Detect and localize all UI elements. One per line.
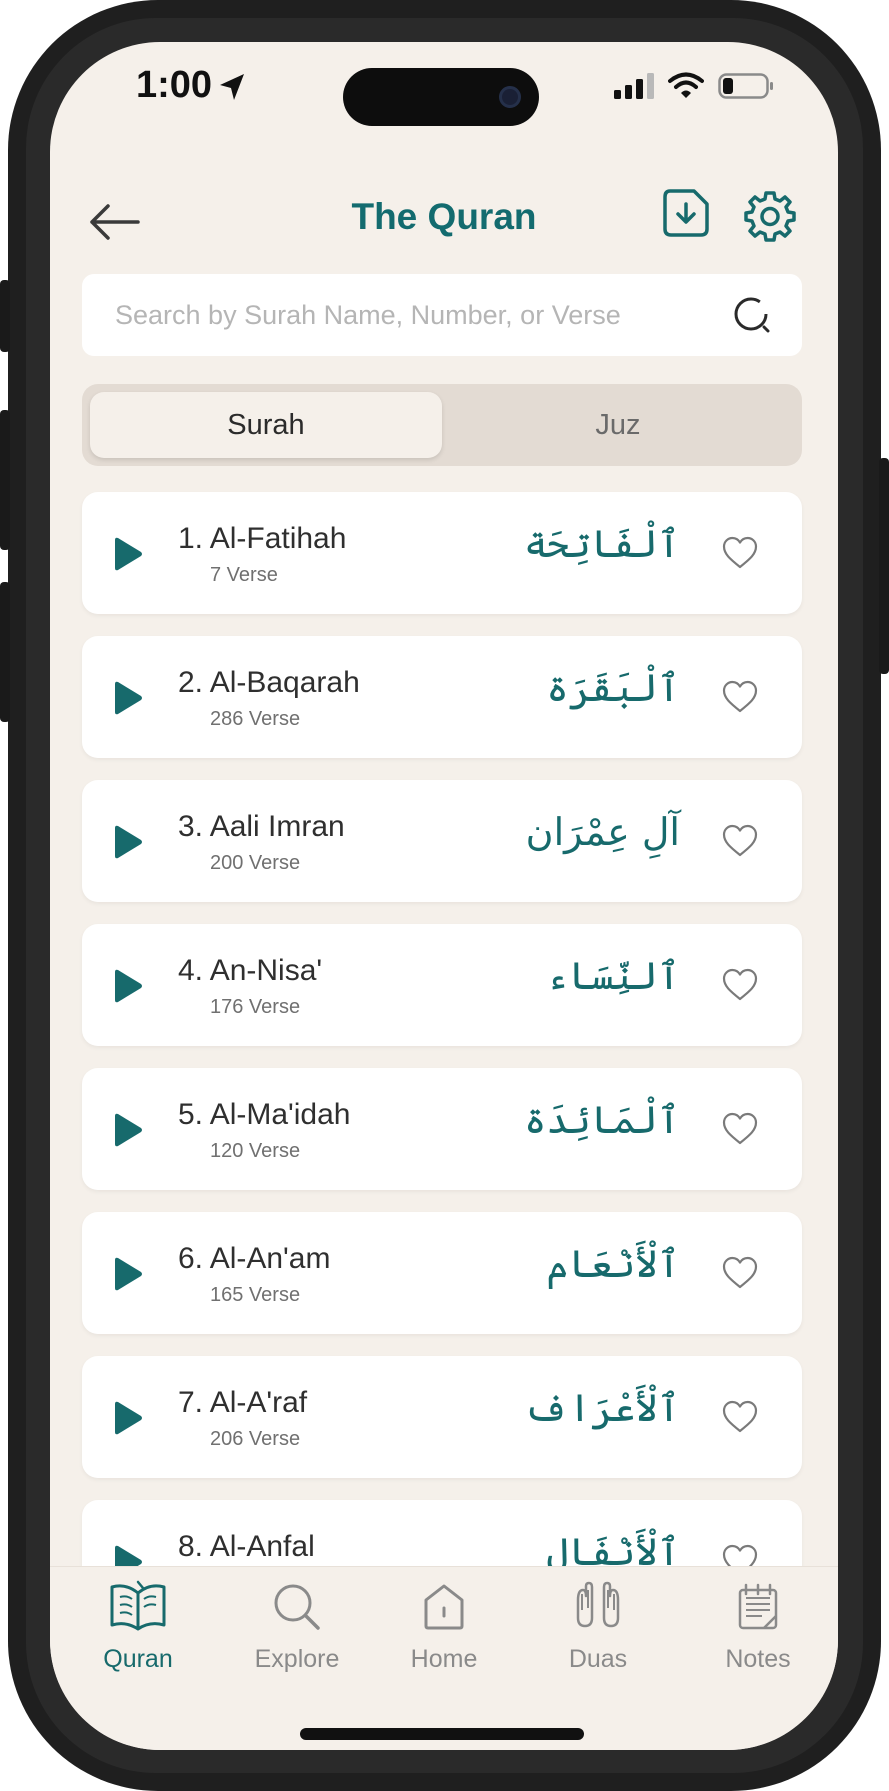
surah-arabic-name: ٱلْأَنْعَام: [546, 1242, 680, 1286]
surah-verse-count: 200 Verse: [210, 852, 301, 874]
surah-verse-count: 176 Verse: [210, 996, 301, 1018]
notepad-icon: [738, 1583, 778, 1630]
bottom-tab-bar: Quran Explore Home Duas Notes: [50, 1566, 838, 1750]
tab-label: Explore: [254, 1645, 340, 1673]
surah-verse-count: 206 Verse: [210, 1428, 301, 1450]
front-camera: [499, 86, 521, 108]
segmented-control: Surah Juz: [82, 384, 802, 466]
battery-icon: [718, 73, 773, 99]
surah-arabic-name: ٱلْأَعْرَاف: [524, 1386, 680, 1430]
tab-duas[interactable]: Duas: [528, 1579, 668, 1699]
surah-row[interactable]: 5. Al-Ma'idah 120 Verse ٱلْمَائِدَة: [82, 1068, 802, 1190]
surah-name: 8. Al-Anfal: [178, 1530, 315, 1563]
surah-name: 3. Aali Imran: [178, 810, 345, 843]
search-icon: [274, 1584, 320, 1630]
surah-arabic-name: ٱلْفَاتِحَة: [524, 522, 680, 566]
surah-arabic-name: ٱلْمَائِدَة: [524, 1098, 680, 1142]
tab-label: Home: [410, 1645, 478, 1673]
status-icons: [614, 72, 774, 100]
segment-surah[interactable]: Surah: [90, 392, 442, 458]
side-button-power: [879, 458, 889, 674]
play-icon[interactable]: [112, 680, 144, 716]
surah-arabic-name: ٱلنِّسَاء: [546, 954, 680, 998]
side-button-silent: [0, 280, 10, 352]
book-open-icon: [110, 1580, 166, 1631]
play-icon[interactable]: [112, 1400, 144, 1436]
tab-label: Quran: [103, 1645, 173, 1673]
tab-home[interactable]: Home: [374, 1579, 514, 1699]
surah-row[interactable]: 4. An-Nisa' 176 Verse ٱلنِّسَاء: [82, 924, 802, 1046]
play-icon[interactable]: [112, 824, 144, 860]
dynamic-island: [343, 68, 539, 126]
play-icon[interactable]: [112, 1112, 144, 1148]
surah-name: 6. Al-An'am: [178, 1242, 331, 1275]
play-icon[interactable]: [112, 968, 144, 1004]
heart-icon[interactable]: [722, 680, 758, 714]
loading-spinner-icon: [734, 297, 770, 333]
surah-verse-count: 120 Verse: [210, 1140, 301, 1162]
play-icon[interactable]: [112, 536, 144, 572]
location-arrow-icon: [220, 74, 244, 100]
download-file-icon[interactable]: [662, 188, 710, 238]
wifi-icon: [668, 72, 704, 98]
status-bar: 1:00: [50, 42, 838, 172]
search-bar: [82, 274, 802, 356]
tab-label: Duas: [568, 1645, 628, 1673]
side-button-volume-up: [0, 410, 10, 550]
surah-arabic-name: ٱلْبَقَرَة: [546, 666, 680, 710]
surah-row[interactable]: 7. Al-A'raf 206 Verse ٱلْأَعْرَاف: [82, 1356, 802, 1478]
surah-name: 5. Al-Ma'idah: [178, 1098, 351, 1131]
surah-verse-count: 7 Verse: [210, 564, 278, 586]
surah-name: 2. Al-Baqarah: [178, 666, 360, 699]
status-time: 1:00: [136, 64, 213, 106]
heart-icon[interactable]: [722, 1256, 758, 1290]
praying-hands-icon: [576, 1581, 620, 1628]
tab-notes[interactable]: Notes: [688, 1579, 828, 1699]
tab-quran[interactable]: Quran: [68, 1579, 208, 1699]
surah-row[interactable]: 3. Aali Imran 200 Verse آلِ عِمْرَان: [82, 780, 802, 902]
surah-verse-count: 165 Verse: [210, 1284, 301, 1306]
page-title: The Quran: [351, 196, 537, 237]
tab-explore[interactable]: Explore: [227, 1579, 367, 1699]
gear-icon[interactable]: [744, 190, 796, 242]
tab-label: Notes: [725, 1645, 791, 1673]
heart-icon[interactable]: [722, 968, 758, 1002]
surah-row[interactable]: 6. Al-An'am 165 Verse ٱلْأَنْعَام: [82, 1212, 802, 1334]
home-icon: [424, 1584, 464, 1630]
side-button-volume-down: [0, 582, 10, 722]
app-header: The Quran: [50, 172, 838, 272]
home-indicator[interactable]: [300, 1728, 584, 1740]
surah-arabic-name: آلِ عِمْرَان: [525, 810, 680, 854]
app-screen: 1:00 The Quran Search by Surah Name, Num…: [50, 42, 838, 1750]
search-input[interactable]: [115, 299, 732, 331]
surah-row[interactable]: 2. Al-Baqarah 286 Verse ٱلْبَقَرَة: [82, 636, 802, 758]
surah-name: 7. Al-A'raf: [178, 1386, 308, 1419]
heart-icon[interactable]: [722, 1112, 758, 1146]
cellular-signal-icon: [614, 73, 654, 99]
heart-icon[interactable]: [722, 536, 758, 570]
surah-verse-count: 286 Verse: [210, 708, 301, 730]
play-icon[interactable]: [112, 1256, 144, 1292]
surah-row[interactable]: 1. Al-Fatihah 7 Verse ٱلْفَاتِحَة: [82, 492, 802, 614]
surah-name: 4. An-Nisa': [178, 954, 323, 987]
heart-icon[interactable]: [722, 824, 758, 858]
heart-icon[interactable]: [722, 1400, 758, 1434]
segment-juz[interactable]: Juz: [442, 392, 794, 458]
surah-name: 1. Al-Fatihah: [178, 522, 347, 555]
